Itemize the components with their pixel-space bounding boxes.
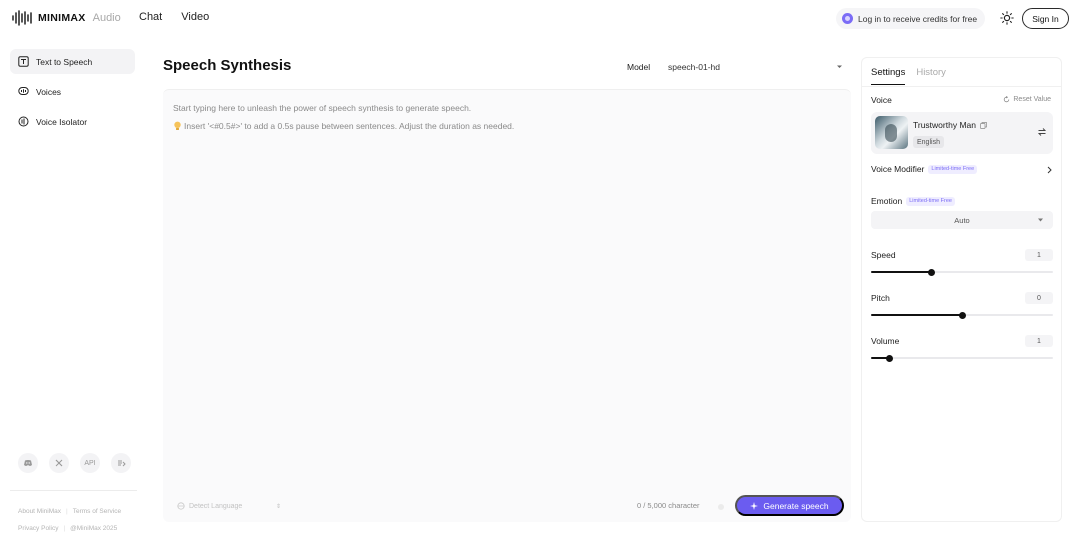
sidebar: Text to Speech Voices Voice Isolator API…: [0, 38, 145, 541]
model-value: speech-01-hd: [668, 62, 720, 72]
x-logo-icon: [55, 459, 63, 467]
reset-value-label: Reset Value: [1013, 96, 1051, 103]
volume-slider-thumb[interactable]: [885, 354, 893, 362]
coin-icon: [842, 13, 853, 24]
top-nav: Chat Video: [139, 11, 209, 23]
speed-label: Speed: [871, 250, 896, 260]
top-bar: MINIMAX Audio Chat Video Log in to recei…: [0, 0, 1080, 38]
sun-icon[interactable]: [1000, 11, 1014, 25]
chevron-down-icon: [837, 65, 842, 68]
swap-icon[interactable]: [1037, 127, 1047, 137]
voice-avatar: [875, 116, 908, 149]
sign-in-button[interactable]: Sign In: [1022, 8, 1069, 29]
pitch-slider-thumb[interactable]: [958, 311, 966, 319]
sidebar-item-label: Voices: [36, 86, 62, 97]
voice-modifier-label: Voice Modifier: [871, 164, 925, 174]
selected-voice-card[interactable]: Trustworthy Man English: [871, 112, 1053, 154]
discord-button[interactable]: [18, 453, 38, 473]
credits-text: Log in to receive credits for free: [858, 13, 978, 24]
character-count: 0 / 5,000 character: [637, 501, 700, 510]
x-button[interactable]: [49, 453, 69, 473]
speed-slider[interactable]: [871, 268, 1053, 276]
generate-speech-button[interactable]: Generate speech: [735, 495, 844, 516]
sparkle-icon: [750, 501, 759, 510]
panel-tabs: Settings History: [871, 67, 946, 85]
emotion-value: Auto: [954, 215, 970, 225]
volume-value-input[interactable]: 1: [1025, 335, 1053, 347]
docs-button[interactable]: [111, 453, 131, 473]
speed-slider-fill: [871, 271, 932, 273]
pitch-slider-fill: [871, 314, 962, 316]
model-label: Model: [627, 62, 651, 72]
voice-name: Trustworthy Man: [913, 120, 976, 130]
tabs-divider: [862, 86, 1061, 87]
waveform-logo-icon: [12, 10, 32, 26]
settings-panel: Settings History Voice Reset Value Trust…: [861, 57, 1062, 522]
tip-text: Insert '<#0.5#>' to add a 0.5s pause bet…: [184, 121, 515, 131]
pitch-value-input[interactable]: 0: [1025, 292, 1053, 304]
voice-name-row: Trustworthy Man: [913, 120, 987, 130]
lightbulb-icon: [174, 121, 181, 130]
social-links: API: [18, 453, 131, 473]
privacy-link[interactable]: Privacy Policy: [18, 520, 58, 537]
voice-section-label: Voice: [871, 95, 892, 105]
login-credits-banner[interactable]: Log in to receive credits for free: [836, 8, 986, 29]
terms-link[interactable]: Terms of Service: [73, 503, 121, 520]
pitch-label: Pitch: [871, 293, 890, 303]
brand-sub: Audio: [92, 12, 121, 24]
api-button[interactable]: API: [80, 453, 100, 473]
detect-language-label: Detect Language: [189, 502, 243, 510]
brand-logo[interactable]: MINIMAX Audio: [12, 10, 121, 26]
limited-free-badge: Limited-time Free: [928, 164, 978, 174]
brand-name: MINIMAX: [38, 12, 86, 24]
sidebar-item-voices[interactable]: Voices: [10, 79, 135, 104]
voice-modifier-row[interactable]: Voice Modifier Limited-time Free: [871, 164, 1053, 174]
detect-language-select[interactable]: Detect Language ⇕: [171, 498, 289, 514]
speed-value-input[interactable]: 1: [1025, 249, 1053, 261]
volume-slider[interactable]: [871, 354, 1053, 362]
sidebar-item-label: Voice Isolator: [36, 116, 88, 127]
tab-history[interactable]: History: [916, 67, 946, 85]
page-title: Speech Synthesis: [163, 57, 292, 74]
copy-icon[interactable]: [980, 121, 987, 129]
nav-chat[interactable]: Chat: [139, 11, 162, 23]
voice-language-tag: English: [913, 136, 944, 148]
limited-free-badge: Limited-time Free: [906, 196, 955, 206]
discord-icon: [24, 460, 32, 467]
text-to-speech-icon: [18, 56, 29, 67]
sidebar-item-voice-isolator[interactable]: Voice Isolator: [10, 109, 135, 134]
pause-tip: Insert '<#0.5#>' to add a 0.5s pause bet…: [173, 121, 514, 131]
text-editor[interactable]: Start typing here to unleash the power o…: [163, 89, 851, 522]
volume-label: Volume: [871, 336, 900, 346]
emotion-row: Emotion Limited-time Free: [871, 196, 955, 206]
editor-placeholder: Start typing here to unleash the power o…: [173, 103, 472, 113]
sidebar-item-text-to-speech[interactable]: Text to Speech: [10, 49, 135, 74]
chevron-down-icon: [1038, 218, 1043, 222]
pitch-slider[interactable]: [871, 311, 1053, 319]
status-dot: [718, 504, 724, 510]
voice-isolator-icon: [18, 116, 29, 127]
footer-links: About MiniMax | Terms of Service Privacy…: [18, 503, 138, 537]
globe-icon: [177, 502, 185, 510]
model-select[interactable]: speech-01-hd: [660, 57, 851, 77]
reset-icon: [1004, 96, 1010, 103]
docs-icon: [118, 460, 126, 467]
reset-value-button[interactable]: Reset Value: [1003, 96, 1051, 103]
emotion-label: Emotion: [871, 196, 903, 206]
updown-chevron-icon: ⇕: [275, 503, 281, 510]
nav-video[interactable]: Video: [181, 11, 209, 23]
sidebar-item-label: Text to Speech: [36, 56, 93, 67]
sidebar-divider: [10, 490, 137, 491]
about-link[interactable]: About MiniMax: [18, 503, 61, 520]
emotion-select[interactable]: Auto: [871, 211, 1053, 229]
generate-speech-label: Generate speech: [763, 500, 829, 511]
voices-icon: [18, 87, 29, 95]
tab-settings[interactable]: Settings: [871, 67, 906, 85]
chevron-right-icon: [1047, 166, 1052, 174]
speed-slider-thumb[interactable]: [927, 268, 935, 276]
copyright-text: @MiniMax 2025: [70, 525, 118, 532]
